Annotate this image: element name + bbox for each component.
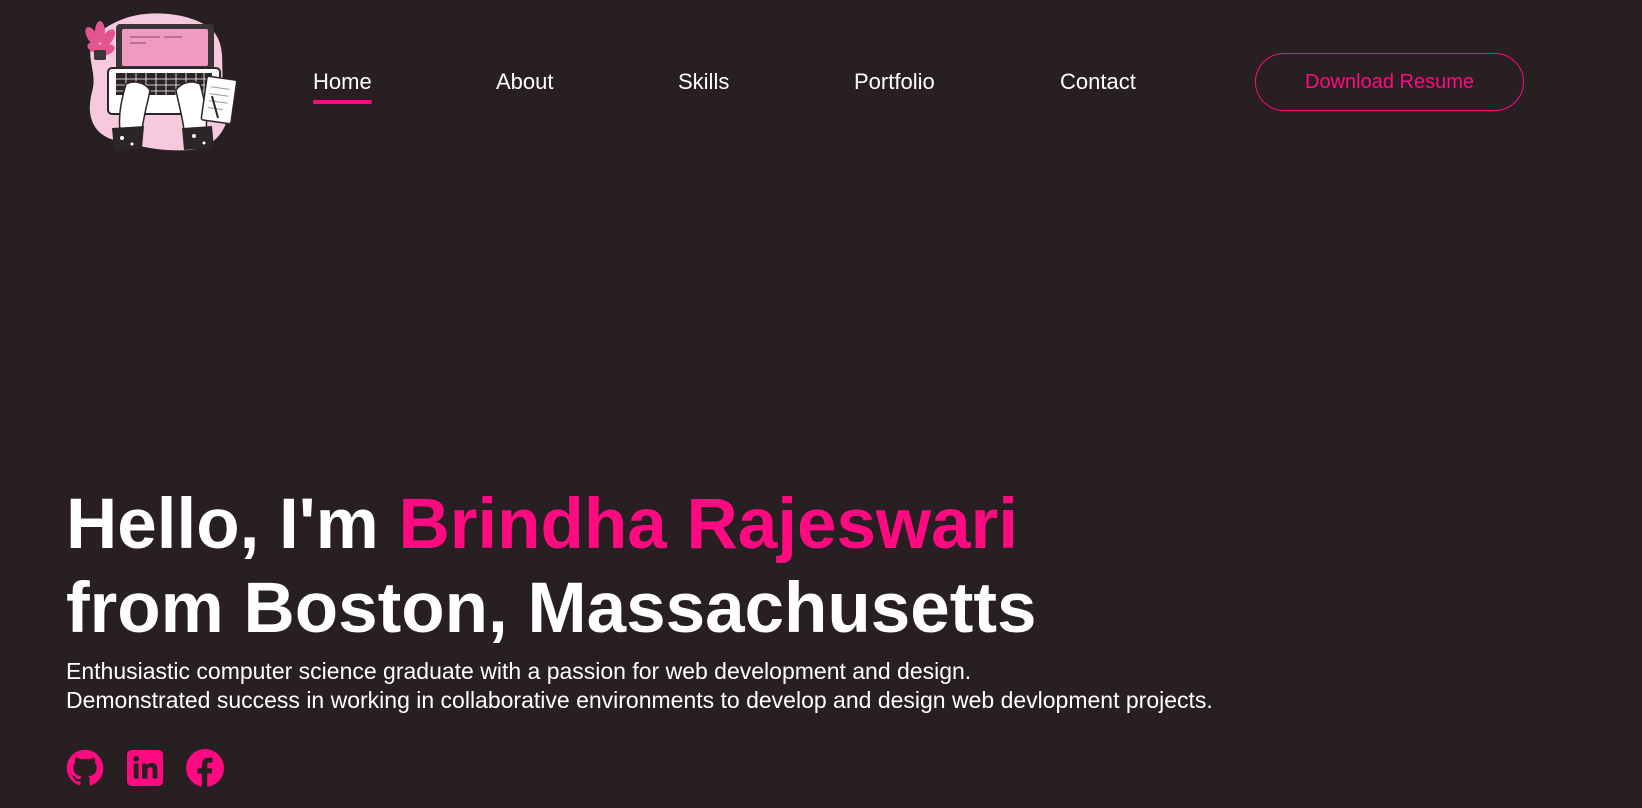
github-icon[interactable] — [66, 748, 104, 788]
logo-illustration[interactable] — [78, 10, 248, 160]
hero-section: Hello, I'm Brindha Rajeswari from Boston… — [66, 483, 1466, 715]
nav-item-portfolio[interactable]: Portfolio — [854, 64, 935, 100]
hero-greeting: Hello, I'm — [66, 485, 399, 564]
download-resume-button[interactable]: Download Resume — [1255, 53, 1524, 111]
nav-item-contact[interactable]: Contact — [1060, 64, 1136, 100]
hero-name: Brindha Rajeswari — [398, 485, 1018, 564]
hero-heading: Hello, I'm Brindha Rajeswari from Boston… — [66, 483, 1466, 651]
hero-location: from Boston, Massachusetts — [66, 569, 1037, 648]
hero-description-line: Enthusiastic computer science graduate w… — [66, 658, 972, 684]
hero-description-line: Demonstrated success in working in colla… — [66, 687, 1213, 713]
hero-description: Enthusiastic computer science graduate w… — [66, 657, 1466, 715]
nav-item-about[interactable]: About — [496, 64, 554, 100]
laptop-illustration-icon — [85, 13, 238, 151]
nav-item-home[interactable]: Home — [313, 64, 372, 104]
social-links — [66, 748, 224, 788]
linkedin-icon[interactable] — [126, 748, 164, 788]
facebook-icon[interactable] — [186, 748, 224, 788]
nav-item-skills[interactable]: Skills — [678, 64, 729, 100]
